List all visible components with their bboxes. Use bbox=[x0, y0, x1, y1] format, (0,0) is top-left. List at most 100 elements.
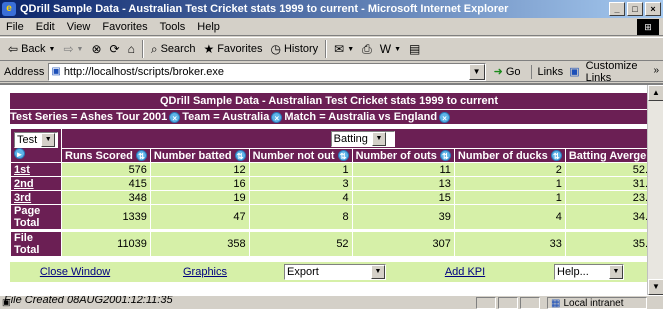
table-cell: 1 bbox=[248, 162, 353, 177]
help-select[interactable]: Help... ▼ bbox=[554, 264, 624, 280]
row-link[interactable]: 3rd bbox=[10, 190, 62, 205]
sort-icon[interactable]: ⇅ bbox=[439, 149, 451, 161]
ie-logo-icon: e bbox=[2, 2, 16, 16]
scroll-up-arrow-icon[interactable]: ▲ bbox=[648, 85, 663, 101]
go-button[interactable]: ➜ Go bbox=[494, 65, 521, 79]
page-content: QDrill Sample Data - Australian Test Cri… bbox=[0, 83, 663, 306]
history-label: History bbox=[283, 43, 319, 55]
measure-cell: Batting ▼ bbox=[60, 128, 663, 149]
table-cell: 15 bbox=[351, 190, 455, 205]
export-dropdown-icon[interactable]: ▼ bbox=[371, 265, 385, 279]
address-bar: Address ▣ http://localhost/scripts/broke… bbox=[0, 60, 663, 84]
measure-dropdown-icon[interactable]: ▼ bbox=[371, 131, 386, 146]
edit-dropdown-icon: ▼ bbox=[394, 45, 402, 53]
maximize-button[interactable]: □ bbox=[627, 2, 643, 16]
window-titlebar[interactable]: e QDrill Sample Data - Australian Test C… bbox=[0, 0, 663, 18]
export-select[interactable]: Export ▼ bbox=[284, 264, 386, 280]
refresh-button[interactable]: ⟳ bbox=[106, 42, 124, 56]
table-row: 1st 576 12 1 11 2 52.36 bbox=[10, 162, 663, 177]
column-header-number-of-outs[interactable]: Number of outs ⇅ bbox=[351, 148, 455, 163]
menu-view[interactable]: View bbox=[61, 21, 97, 33]
table-cell: 1 bbox=[453, 176, 566, 191]
close-window-link[interactable]: Close Window bbox=[10, 266, 140, 278]
column-header-runs-scored[interactable]: Runs Scored ⇅ bbox=[61, 148, 151, 163]
table-cell: 19 bbox=[149, 190, 250, 205]
status-panel bbox=[520, 297, 540, 309]
add-kpi-link[interactable]: Add KPI bbox=[400, 266, 530, 278]
page-icon: ▣ bbox=[51, 66, 61, 77]
more-chevron-icon[interactable]: » bbox=[653, 65, 659, 76]
address-input[interactable]: ▣ http://localhost/scripts/broker.exe ▼ bbox=[48, 62, 486, 81]
home-button[interactable]: ⌂ bbox=[124, 42, 139, 56]
table-cell: 52 bbox=[248, 229, 353, 257]
print-button[interactable]: ⎙ bbox=[358, 42, 376, 57]
mail-dropdown-icon: ▼ bbox=[347, 45, 355, 53]
sort-icon[interactable]: ⇅ bbox=[337, 149, 349, 161]
search-label: Search bbox=[160, 43, 196, 55]
table-cell: 33 bbox=[453, 229, 566, 257]
customize-links-link[interactable]: Customize Links bbox=[586, 60, 663, 84]
menu-tools[interactable]: Tools bbox=[154, 21, 192, 33]
minimize-button[interactable]: _ bbox=[609, 2, 625, 16]
forward-button[interactable]: ⇨ ▼ bbox=[59, 42, 87, 56]
refresh-icon: ⟳ bbox=[109, 42, 120, 56]
remove-filter-icon[interactable]: × bbox=[271, 111, 283, 123]
favorites-label: Favorites bbox=[217, 43, 263, 55]
page-total-row: Page Total 1339 47 8 39 4 34.33 bbox=[10, 204, 663, 231]
remove-filter-icon[interactable]: × bbox=[439, 111, 451, 123]
graphics-link[interactable]: Graphics bbox=[140, 266, 270, 278]
search-button[interactable]: ⌕ Search bbox=[147, 42, 200, 57]
page-total-label: Page Total bbox=[10, 204, 62, 231]
table-cell: 307 bbox=[351, 229, 455, 257]
row-link[interactable]: 2nd bbox=[10, 176, 62, 191]
menu-help[interactable]: Help bbox=[191, 21, 226, 33]
discuss-button[interactable]: ▤ bbox=[405, 42, 424, 56]
dimension-dropdown-icon[interactable]: ▼ bbox=[41, 132, 56, 147]
sort-icon[interactable]: ⇅ bbox=[550, 149, 562, 161]
mail-icon: ✉ bbox=[334, 42, 345, 56]
dimension-select-value: Test bbox=[17, 133, 38, 146]
measure-select[interactable]: Batting ▼ bbox=[330, 130, 395, 147]
history-button[interactable]: ◷ History bbox=[266, 42, 322, 56]
table-row: 3rd 348 19 4 15 1 23.20 bbox=[10, 190, 663, 205]
filter-label: Team = Australia bbox=[182, 110, 270, 123]
edit-button[interactable]: W ▼ bbox=[376, 42, 405, 56]
column-header-number-not-out[interactable]: Number not out ⇅ bbox=[248, 148, 353, 163]
vertical-scrollbar[interactable]: ▲ ▼ bbox=[647, 85, 663, 295]
table-cell: 3 bbox=[248, 176, 353, 191]
drill-go-icon[interactable]: ► bbox=[14, 147, 25, 159]
table-cell: 4 bbox=[453, 204, 566, 231]
table-cell: 4 bbox=[248, 190, 353, 205]
table-cell: 348 bbox=[61, 190, 151, 205]
mail-button[interactable]: ✉ ▼ bbox=[330, 42, 358, 56]
close-button[interactable]: × bbox=[645, 2, 661, 16]
row-link[interactable]: 1st bbox=[10, 162, 62, 177]
table-row: 2nd 415 16 3 13 1 31.92 bbox=[10, 176, 663, 191]
menu-favorites[interactable]: Favorites bbox=[96, 21, 153, 33]
stop-button[interactable]: ⊗ bbox=[87, 42, 105, 56]
table-cell: 415 bbox=[61, 176, 151, 191]
dimension-cell: Test ▼ ► bbox=[10, 128, 62, 163]
address-dropdown-icon[interactable]: ▼ bbox=[468, 63, 485, 80]
dimension-select[interactable]: Test ▼ bbox=[14, 131, 58, 148]
table-cell: 13 bbox=[351, 176, 455, 191]
column-header-number-batted[interactable]: Number batted ⇅ bbox=[149, 148, 250, 163]
sort-icon[interactable]: ⇅ bbox=[234, 149, 246, 161]
links-label[interactable]: Links bbox=[538, 66, 564, 78]
back-button[interactable]: ⇦ Back ▼ bbox=[4, 42, 59, 56]
sort-icon[interactable]: ⇅ bbox=[135, 149, 147, 161]
remove-filter-icon[interactable]: × bbox=[169, 111, 181, 123]
menu-edit[interactable]: Edit bbox=[30, 21, 61, 33]
discuss-icon: ▤ bbox=[409, 42, 421, 56]
filter-breadcrumb: Test Series = Ashes Tour 2001 × Team = A… bbox=[10, 109, 648, 124]
column-header-number-of-ducks[interactable]: Number of ducks ⇅ bbox=[453, 148, 566, 163]
forward-dropdown-icon[interactable]: ▼ bbox=[77, 46, 84, 53]
menu-file[interactable]: File bbox=[0, 21, 30, 33]
toolbar-separator bbox=[141, 40, 144, 58]
search-icon: ⌕ bbox=[150, 41, 158, 56]
scroll-down-arrow-icon[interactable]: ▼ bbox=[648, 279, 663, 295]
back-dropdown-icon[interactable]: ▼ bbox=[49, 46, 56, 53]
action-bar: Close Window Graphics Export ▼ Add KPI H… bbox=[10, 262, 648, 282]
favorites-button[interactable]: ★ Favorites bbox=[199, 42, 266, 56]
help-dropdown-icon[interactable]: ▼ bbox=[609, 265, 623, 279]
